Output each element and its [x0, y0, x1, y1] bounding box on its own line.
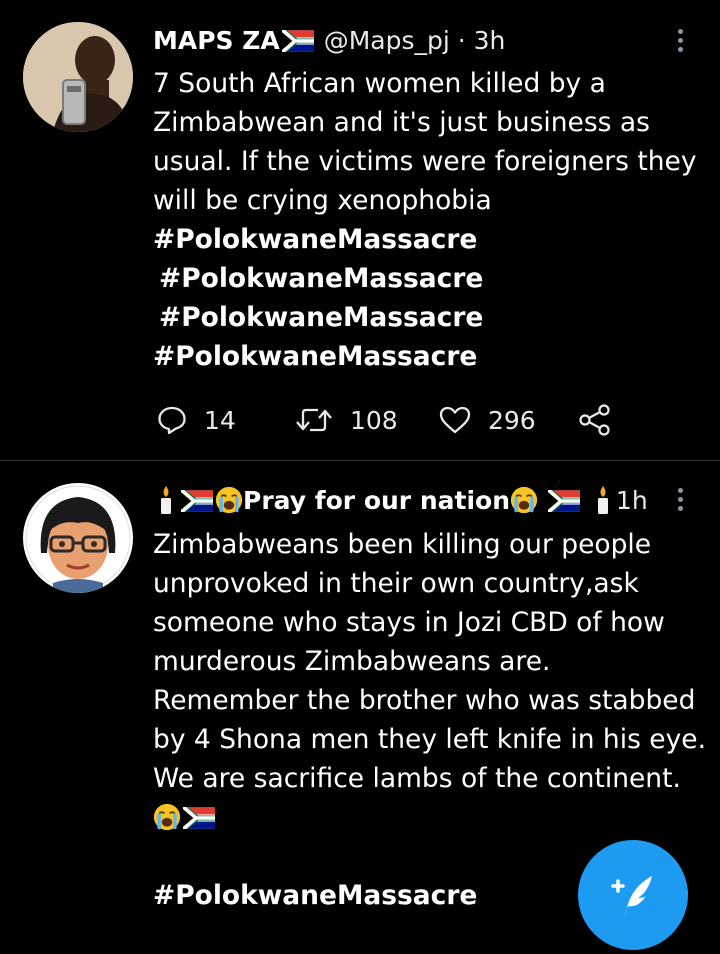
- hashtag-link[interactable]: #PolokwaneMassacre: [153, 337, 703, 376]
- author-name[interactable]: Pray for our nation: [243, 486, 510, 515]
- reply-button[interactable]: 14: [156, 398, 236, 442]
- compose-button[interactable]: [578, 840, 688, 950]
- compose-feather-icon: [611, 876, 652, 916]
- south-africa-flag-icon: [181, 490, 213, 512]
- text-line: someone who stays in Jozi CBD of how: [153, 607, 665, 638]
- author-handle[interactable]: @Maps_pj: [324, 26, 450, 55]
- candle-icon: [594, 485, 612, 515]
- share-icon: [579, 404, 610, 436]
- text-line: usual. If the victims were foreigners th…: [153, 146, 697, 177]
- crying-face-icon: [153, 803, 181, 831]
- tweet-text: 7 South African women killed by a Zimbab…: [153, 64, 703, 376]
- more-vertical-icon[interactable]: [670, 26, 690, 56]
- timestamp: 1h: [615, 486, 648, 515]
- more-vertical-icon[interactable]: [670, 485, 690, 515]
- south-africa-flag-icon: [282, 30, 314, 52]
- retweet-button[interactable]: 108: [294, 398, 398, 442]
- candle-icon: [157, 485, 175, 515]
- tweet-item[interactable]: MAPS ZA @Maps_pj · 3h 7 South African wo…: [0, 0, 720, 460]
- author-name[interactable]: MAPS ZA: [153, 26, 280, 55]
- like-button[interactable]: 296: [438, 398, 536, 442]
- text-line: Remember the brother who was stabbed: [153, 685, 696, 716]
- emoji-line: [153, 798, 703, 837]
- avatar[interactable]: [23, 483, 133, 593]
- like-count: 296: [488, 405, 536, 435]
- hashtag-link[interactable]: #PolokwaneMassacre: [153, 220, 703, 259]
- text-line: by 4 Shona men they left knife in his ey…: [153, 724, 707, 755]
- heart-icon: [439, 406, 471, 434]
- reply-count: 14: [204, 405, 236, 435]
- reply-bubble-icon: [158, 406, 186, 435]
- text-line: unprovoked in their own country,ask: [153, 568, 639, 599]
- text-line: Zimbabweans been killing our people: [153, 529, 652, 560]
- text-line: Zimbabwean and it's just business as: [153, 107, 650, 138]
- text-line: murderous Zimbabweans are.: [153, 646, 551, 677]
- hashtag-link[interactable]: #PolokwaneMassacre: [153, 259, 703, 298]
- tweet-header: MAPS ZA @Maps_pj · 3h: [153, 22, 650, 60]
- timestamp: 3h: [473, 26, 506, 55]
- south-africa-flag-icon: [548, 490, 580, 512]
- separator: ·: [457, 26, 466, 55]
- text-line: 7 South African women killed by a: [153, 68, 606, 99]
- text-line: We are sacrifice lambs of the continent.: [153, 763, 681, 794]
- south-africa-flag-icon: [183, 807, 215, 829]
- tweet-actions: 14 108 296: [153, 398, 633, 442]
- share-button[interactable]: [578, 398, 612, 442]
- hashtag-link[interactable]: #PolokwaneMassacre: [153, 298, 703, 337]
- crying-face-icon: [215, 486, 243, 514]
- tweet-header: Pray for our nation 1h: [153, 482, 650, 520]
- retweet-icon: [296, 408, 332, 432]
- crying-face-icon: [510, 486, 538, 514]
- retweet-count: 108: [350, 405, 398, 435]
- avatar[interactable]: [23, 22, 133, 132]
- text-line: will be crying xenophobia: [153, 185, 492, 216]
